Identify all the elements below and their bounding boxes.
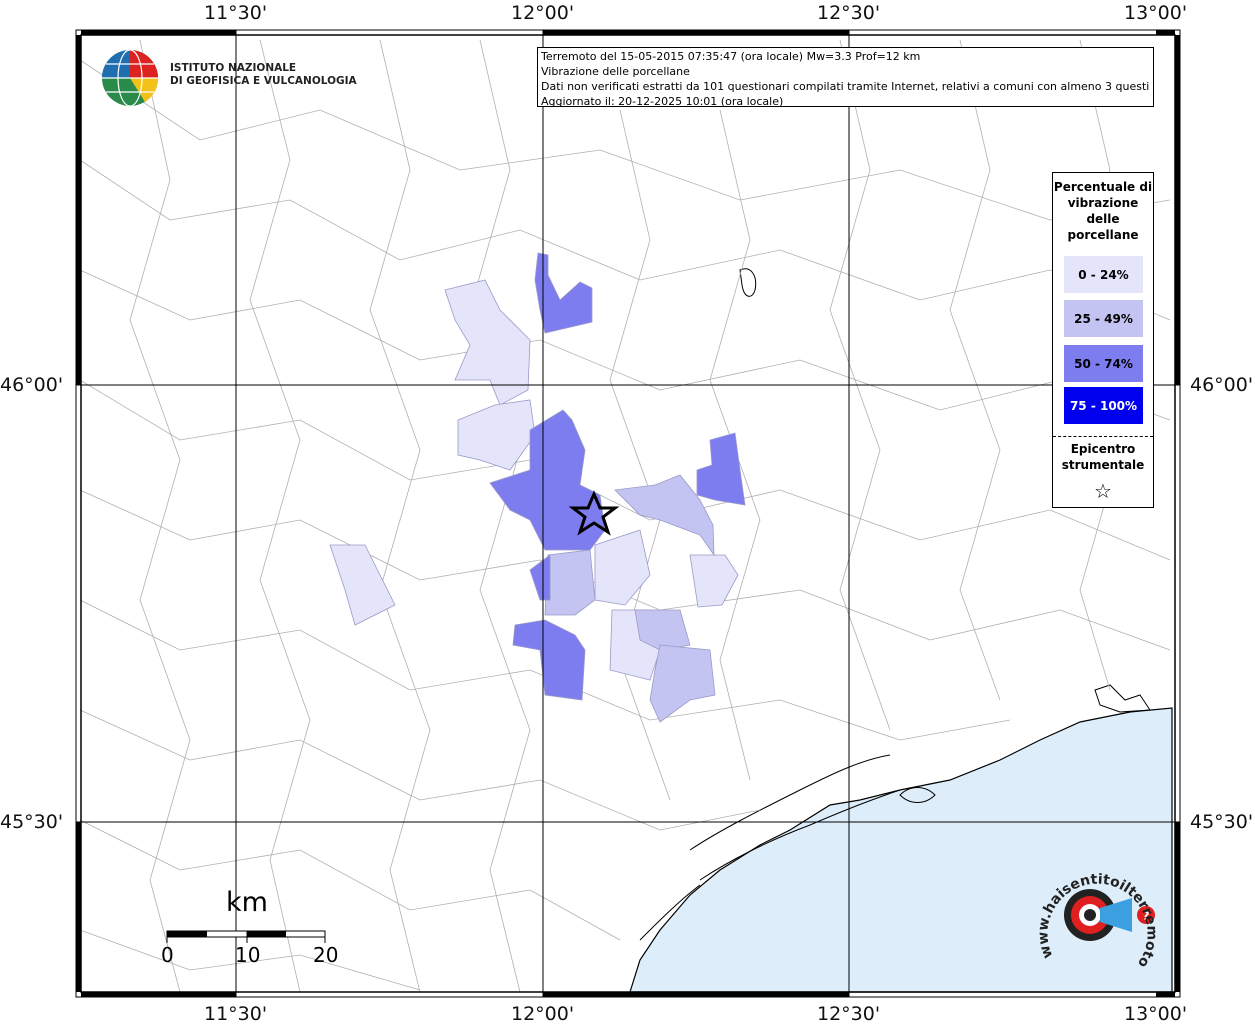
map: ? www.haisentitoilterremoto.it bbox=[0, 0, 1181, 998]
ingv-globe-icon bbox=[102, 49, 159, 107]
axis-left-label: 45°30' bbox=[0, 811, 64, 833]
legend-epicenter-label: Epicentro strumentale bbox=[1061, 442, 1145, 472]
axis-bottom-label: 11°30' bbox=[204, 1003, 268, 1025]
axis-bottom-label: 12°00' bbox=[511, 1003, 575, 1025]
ingv-logo-text: ISTITUTO NAZIONALE DI GEOFISICA E VULCAN… bbox=[170, 62, 357, 88]
scale-label: 10 bbox=[235, 943, 261, 967]
scale-label: 20 bbox=[313, 943, 339, 967]
scale-bar-title: km bbox=[226, 887, 268, 918]
event-info-box: Terremoto del 15-05-2015 07:35:47 (ora l… bbox=[537, 47, 1154, 108]
scale-label: 0 bbox=[161, 943, 174, 967]
legend-class-75-100: 75 - 100% bbox=[1064, 387, 1143, 424]
legend: Percentuale di vibrazione delle porcella… bbox=[1052, 172, 1154, 508]
legend-title: Percentuale di vibrazione delle porcella… bbox=[1053, 180, 1153, 242]
axis-left-label: 46°00' bbox=[0, 374, 64, 396]
axis-right-label: 46°00' bbox=[1190, 374, 1254, 396]
legend-class-0-24: 0 - 24% bbox=[1064, 256, 1143, 293]
area-0-24 bbox=[594, 529, 651, 606]
axis-top-label: 12°00' bbox=[511, 2, 575, 24]
area-25-49 bbox=[649, 644, 716, 723]
legend-star-icon: ☆ bbox=[1094, 479, 1112, 503]
update-time: Aggiornato il: 20-12-2025 10:01 (ora loc… bbox=[541, 95, 784, 108]
axis-top-label: 12°30' bbox=[817, 2, 881, 24]
area-0-24 bbox=[329, 544, 396, 626]
logo-line-2: DI GEOFISICA E VULCANOLOGIA bbox=[170, 75, 357, 87]
legend-class-25-49: 25 - 49% bbox=[1064, 300, 1143, 337]
intensity-areas bbox=[329, 252, 746, 723]
axis-right-label: 45°30' bbox=[1190, 811, 1254, 833]
legend-class-50-74: 50 - 74% bbox=[1064, 345, 1143, 382]
area-0-24 bbox=[457, 399, 536, 471]
axis-top-label: 13°00' bbox=[1124, 2, 1188, 24]
adriatic-sea bbox=[629, 707, 1173, 993]
area-50-74 bbox=[696, 432, 746, 506]
area-0-24 bbox=[689, 554, 739, 608]
area-50-74 bbox=[512, 619, 586, 701]
area-25-49 bbox=[544, 549, 596, 616]
logo-line-1: ISTITUTO NAZIONALE bbox=[170, 62, 297, 74]
data-note: Dati non verificati estratti da 101 ques… bbox=[541, 80, 1150, 93]
area-50-74 bbox=[534, 252, 593, 334]
axis-top-label: 11°30' bbox=[204, 2, 268, 24]
axis-bottom-label: 12°30' bbox=[817, 1003, 881, 1025]
event-title: Terremoto del 15-05-2015 07:35:47 (ora l… bbox=[541, 50, 921, 63]
legend-separator bbox=[1053, 436, 1153, 437]
map-subject: Vibrazione delle porcellane bbox=[541, 65, 690, 78]
scale-bar bbox=[166, 930, 326, 943]
area-50-74 bbox=[529, 554, 551, 601]
axis-bottom-label: 13°00' bbox=[1124, 1003, 1188, 1025]
area-0-24 bbox=[444, 279, 531, 406]
